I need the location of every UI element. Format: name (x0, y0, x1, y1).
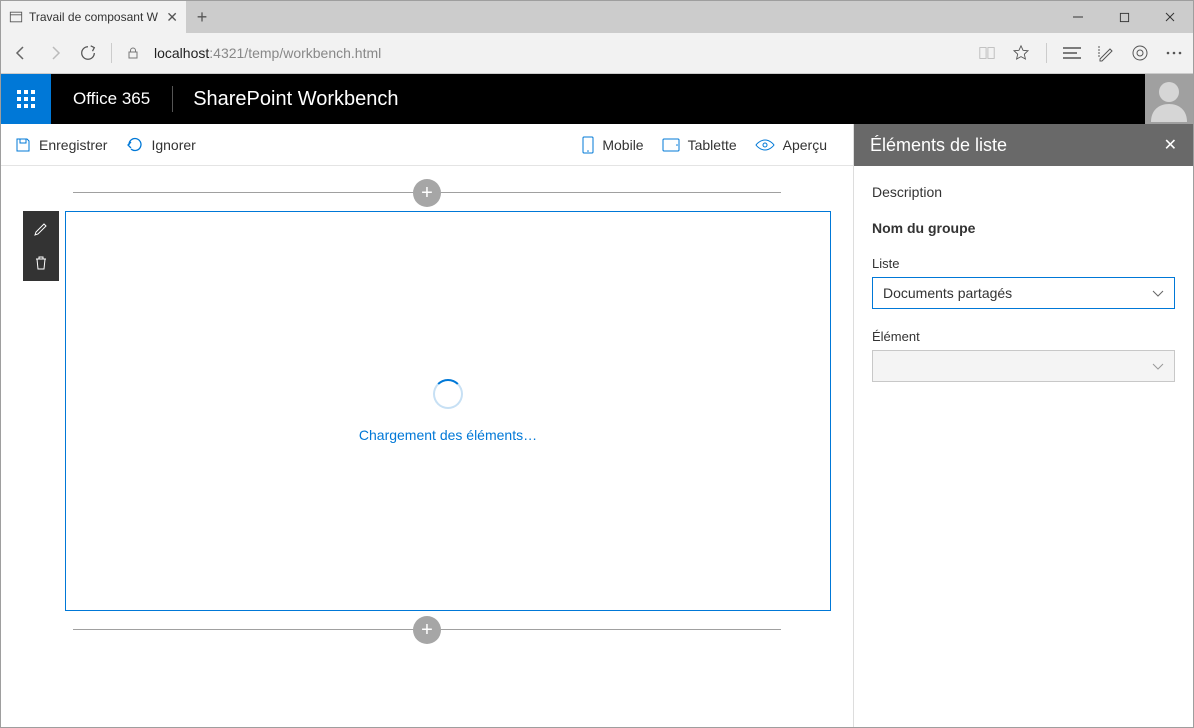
save-label: Enregistrer (39, 137, 107, 153)
browser-tab-title: Travail de composant W (29, 10, 160, 24)
list-dropdown-value: Documents partagés (883, 285, 1012, 301)
list-field-label: Liste (872, 256, 1175, 271)
item-dropdown[interactable] (872, 350, 1175, 382)
preview-label: Aperçu (783, 137, 827, 153)
chevron-down-icon (1152, 358, 1164, 374)
new-tab-button[interactable]: + (186, 1, 218, 33)
app-title: SharePoint Workbench (173, 88, 418, 111)
window-close-button[interactable] (1147, 1, 1193, 33)
reading-view-icon[interactable] (978, 45, 996, 61)
undo-icon (125, 137, 143, 153)
tablet-view-button[interactable]: Tablette (662, 137, 737, 153)
browser-page-icon (9, 10, 23, 24)
notes-icon[interactable] (1097, 44, 1115, 62)
hub-icon[interactable] (1063, 46, 1081, 60)
item-field-label: Élément (872, 329, 1175, 344)
webpart-container[interactable]: Chargement des éléments… (65, 211, 831, 611)
chevron-down-icon (1152, 285, 1164, 301)
close-tab-icon[interactable]: ✕ (166, 10, 178, 24)
save-button[interactable]: Enregistrer (15, 137, 107, 153)
edit-webpart-button[interactable] (29, 217, 53, 241)
property-pane-header: Éléments de liste ✕ (854, 124, 1193, 166)
mobile-view-button[interactable]: Mobile (582, 136, 643, 154)
save-icon (15, 137, 31, 153)
property-description: Description (872, 184, 1175, 200)
list-field: Liste Documents partagés (872, 256, 1175, 309)
favorite-star-icon[interactable] (1012, 44, 1030, 62)
nav-refresh-button[interactable] (79, 44, 97, 62)
mobile-label: Mobile (602, 137, 643, 153)
discard-label: Ignorer (151, 137, 195, 153)
loading-spinner-icon (433, 379, 463, 409)
window-controls (1055, 1, 1193, 33)
browser-address-bar: localhost:4321/temp/workbench.html (1, 33, 1193, 74)
webpart-toolbar (23, 211, 59, 281)
command-bar: Enregistrer Ignorer Mobile (1, 124, 853, 166)
item-field: Élément (872, 329, 1175, 382)
tablet-label: Tablette (688, 137, 737, 153)
discard-button[interactable]: Ignorer (125, 137, 195, 153)
separator (111, 43, 112, 63)
more-icon[interactable] (1165, 50, 1183, 56)
property-pane: Éléments de liste ✕ Description Nom du g… (853, 124, 1193, 727)
list-dropdown[interactable]: Documents partagés (872, 277, 1175, 309)
workbench-canvas: + (1, 166, 853, 727)
avatar-icon (1149, 76, 1189, 122)
suite-bar: Office 365 SharePoint Workbench (1, 74, 1193, 124)
share-icon[interactable] (1131, 44, 1149, 62)
preview-button[interactable]: Aperçu (755, 137, 827, 153)
property-pane-title: Éléments de liste (870, 135, 1007, 156)
url-host: localhost (154, 45, 209, 61)
nav-back-button[interactable] (11, 43, 31, 63)
url-path: :4321/temp/workbench.html (209, 45, 381, 61)
delete-webpart-button[interactable] (29, 251, 53, 275)
loading-text: Chargement des éléments… (359, 427, 537, 443)
tablet-icon (662, 138, 680, 152)
office365-label[interactable]: Office 365 (51, 86, 173, 112)
waffle-icon (17, 90, 35, 108)
eye-icon (755, 139, 775, 151)
trash-icon (34, 255, 48, 271)
pencil-icon (33, 221, 49, 237)
site-info-lock-icon[interactable] (126, 46, 140, 60)
window-maximize-button[interactable] (1101, 1, 1147, 33)
url-input[interactable]: localhost:4321/temp/workbench.html (154, 45, 964, 61)
nav-forward-button[interactable] (45, 43, 65, 63)
app-launcher-button[interactable] (1, 74, 51, 124)
user-avatar[interactable] (1145, 74, 1193, 124)
add-webpart-top-button[interactable]: + (413, 179, 441, 207)
property-group-name: Nom du groupe (872, 220, 1175, 236)
separator (1046, 43, 1047, 63)
close-pane-button[interactable]: ✕ (1164, 135, 1177, 155)
browser-tab-strip: Travail de composant W ✕ + (1, 1, 1193, 33)
add-webpart-bottom-button[interactable]: + (413, 616, 441, 644)
mobile-icon (582, 136, 594, 154)
window-minimize-button[interactable] (1055, 1, 1101, 33)
browser-tab[interactable]: Travail de composant W ✕ (1, 1, 186, 33)
